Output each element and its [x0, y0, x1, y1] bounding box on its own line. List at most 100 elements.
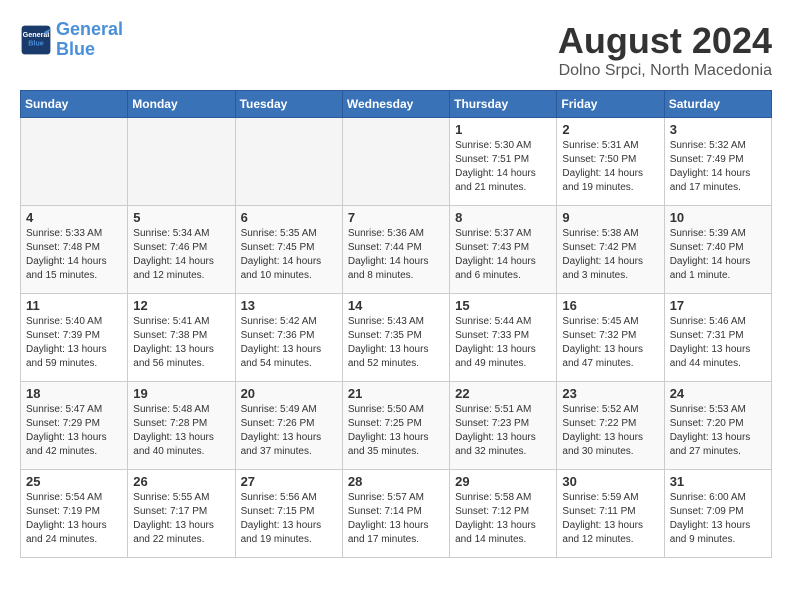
calendar-cell: 11 Sunrise: 5:40 AM Sunset: 7:39 PM Dayli… [21, 294, 128, 382]
calendar-cell: 13Sunrise: 5:42 AM Sunset: 7:36 PM Dayli… [235, 294, 342, 382]
calendar-cell: 1Sunrise: 5:30 AM Sunset: 7:51 PM Daylig… [450, 118, 557, 206]
calendar-body: 1Sunrise: 5:30 AM Sunset: 7:51 PM Daylig… [21, 118, 772, 558]
day-info: Sunrise: 5:34 AM Sunset: 7:46 PM Dayligh… [133, 227, 229, 283]
day-number: 17 [670, 298, 766, 313]
day-info: Sunrise: 5:45 AM Sunset: 7:32 PM Dayligh… [562, 315, 658, 371]
day-info: Sunrise: 5:52 AM Sunset: 7:22 PM Dayligh… [562, 403, 658, 459]
weekday-friday: Friday [557, 91, 664, 118]
calendar-cell: 24 Sunrise: 5:53 AM Sunset: 7:20 PM Dayli… [664, 382, 771, 470]
week-row-1: 1Sunrise: 5:30 AM Sunset: 7:51 PM Daylig… [21, 118, 772, 206]
day-info: Sunrise: 5:38 AM Sunset: 7:42 PM Dayligh… [562, 227, 658, 283]
calendar-cell: 18Sunrise: 5:47 AM Sunset: 7:29 PM Dayli… [21, 382, 128, 470]
calendar-cell: 22 Sunrise: 5:51 AM Sunset: 7:23 PM Dayli… [450, 382, 557, 470]
calendar-cell: 25Sunrise: 5:54 AM Sunset: 7:19 PM Dayli… [21, 470, 128, 558]
day-info: Sunrise: 5:30 AM Sunset: 7:51 PM Dayligh… [455, 139, 551, 195]
weekday-saturday: Saturday [664, 91, 771, 118]
day-info: Sunrise: 5:51 AM Sunset: 7:23 PM Dayligh… [455, 403, 551, 459]
week-row-3: 11 Sunrise: 5:40 AM Sunset: 7:39 PM Dayli… [21, 294, 772, 382]
day-number: 20 [241, 386, 337, 401]
day-number: 9 [562, 210, 658, 225]
calendar-cell: 26 Sunrise: 5:55 AM Sunset: 7:17 PM Dayli… [128, 470, 235, 558]
day-number: 7 [348, 210, 444, 225]
day-info: Sunrise: 5:32 AM Sunset: 7:49 PM Dayligh… [670, 139, 766, 195]
day-number: 24 [670, 386, 766, 401]
page-header: General Blue GeneralBlue August 2024 Dol… [20, 20, 772, 80]
day-info: Sunrise: 6:00 AM Sunset: 7:09 PM Dayligh… [670, 491, 766, 547]
day-info: Sunrise: 5:40 AM Sunset: 7:39 PM Dayligh… [26, 315, 122, 371]
day-number: 31 [670, 474, 766, 489]
day-number: 19 [133, 386, 229, 401]
day-info: Sunrise: 5:44 AM Sunset: 7:33 PM Dayligh… [455, 315, 551, 371]
day-number: 30 [562, 474, 658, 489]
day-info: Sunrise: 5:43 AM Sunset: 7:35 PM Dayligh… [348, 315, 444, 371]
calendar-cell: 3 Sunrise: 5:32 AM Sunset: 7:49 PM Daylig… [664, 118, 771, 206]
svg-text:Blue: Blue [28, 38, 44, 47]
week-row-4: 18Sunrise: 5:47 AM Sunset: 7:29 PM Dayli… [21, 382, 772, 470]
weekday-wednesday: Wednesday [342, 91, 449, 118]
month-title: August 2024 [558, 20, 772, 62]
calendar-cell: 7 Sunrise: 5:36 AM Sunset: 7:44 PM Daylig… [342, 206, 449, 294]
calendar-cell: 8 Sunrise: 5:37 AM Sunset: 7:43 PM Daylig… [450, 206, 557, 294]
day-info: Sunrise: 5:42 AM Sunset: 7:36 PM Dayligh… [241, 315, 337, 371]
calendar-cell: 27Sunrise: 5:56 AM Sunset: 7:15 PM Dayli… [235, 470, 342, 558]
weekday-monday: Monday [128, 91, 235, 118]
logo-icon: General Blue [20, 24, 52, 56]
weekday-tuesday: Tuesday [235, 91, 342, 118]
calendar-cell: 20 Sunrise: 5:49 AM Sunset: 7:26 PM Dayli… [235, 382, 342, 470]
calendar-cell [235, 118, 342, 206]
day-info: Sunrise: 5:49 AM Sunset: 7:26 PM Dayligh… [241, 403, 337, 459]
calendar-cell [342, 118, 449, 206]
day-number: 14 [348, 298, 444, 313]
day-number: 29 [455, 474, 551, 489]
calendar-cell: 9 Sunrise: 5:38 AM Sunset: 7:42 PM Daylig… [557, 206, 664, 294]
day-number: 26 [133, 474, 229, 489]
day-info: Sunrise: 5:55 AM Sunset: 7:17 PM Dayligh… [133, 491, 229, 547]
day-number: 2 [562, 122, 658, 137]
calendar-cell [21, 118, 128, 206]
day-info: Sunrise: 5:53 AM Sunset: 7:20 PM Dayligh… [670, 403, 766, 459]
location: Dolno Srpci, North Macedonia [558, 62, 772, 80]
calendar-cell: 28Sunrise: 5:57 AM Sunset: 7:14 PM Dayli… [342, 470, 449, 558]
day-info: Sunrise: 5:39 AM Sunset: 7:40 PM Dayligh… [670, 227, 766, 283]
calendar: SundayMondayTuesdayWednesdayThursdayFrid… [20, 90, 772, 558]
day-info: Sunrise: 5:36 AM Sunset: 7:44 PM Dayligh… [348, 227, 444, 283]
day-number: 6 [241, 210, 337, 225]
day-info: Sunrise: 5:41 AM Sunset: 7:38 PM Dayligh… [133, 315, 229, 371]
calendar-cell: 14 Sunrise: 5:43 AM Sunset: 7:35 PM Dayli… [342, 294, 449, 382]
calendar-cell: 17Sunrise: 5:46 AM Sunset: 7:31 PM Dayli… [664, 294, 771, 382]
weekday-sunday: Sunday [21, 91, 128, 118]
svg-text:General: General [23, 30, 50, 39]
day-info: Sunrise: 5:56 AM Sunset: 7:15 PM Dayligh… [241, 491, 337, 547]
day-info: Sunrise: 5:35 AM Sunset: 7:45 PM Dayligh… [241, 227, 337, 283]
calendar-cell [128, 118, 235, 206]
calendar-cell: 10 Sunrise: 5:39 AM Sunset: 7:40 PM Dayli… [664, 206, 771, 294]
day-number: 5 [133, 210, 229, 225]
calendar-cell: 4 Sunrise: 5:33 AM Sunset: 7:48 PM Daylig… [21, 206, 128, 294]
day-number: 10 [670, 210, 766, 225]
calendar-cell: 23 Sunrise: 5:52 AM Sunset: 7:22 PM Dayli… [557, 382, 664, 470]
calendar-cell: 16Sunrise: 5:45 AM Sunset: 7:32 PM Dayli… [557, 294, 664, 382]
day-number: 15 [455, 298, 551, 313]
day-number: 23 [562, 386, 658, 401]
day-info: Sunrise: 5:58 AM Sunset: 7:12 PM Dayligh… [455, 491, 551, 547]
calendar-cell: 2Sunrise: 5:31 AM Sunset: 7:50 PM Daylig… [557, 118, 664, 206]
day-number: 4 [26, 210, 122, 225]
day-info: Sunrise: 5:59 AM Sunset: 7:11 PM Dayligh… [562, 491, 658, 547]
day-number: 21 [348, 386, 444, 401]
day-info: Sunrise: 5:57 AM Sunset: 7:14 PM Dayligh… [348, 491, 444, 547]
day-info: Sunrise: 5:54 AM Sunset: 7:19 PM Dayligh… [26, 491, 122, 547]
title-block: August 2024 Dolno Srpci, North Macedonia [558, 20, 772, 80]
calendar-cell: 12Sunrise: 5:41 AM Sunset: 7:38 PM Dayli… [128, 294, 235, 382]
day-number: 22 [455, 386, 551, 401]
logo-text: GeneralBlue [56, 20, 123, 60]
day-info: Sunrise: 5:33 AM Sunset: 7:48 PM Dayligh… [26, 227, 122, 283]
logo: General Blue GeneralBlue [20, 20, 123, 60]
day-number: 8 [455, 210, 551, 225]
day-number: 11 [26, 298, 122, 313]
calendar-cell: 5 Sunrise: 5:34 AM Sunset: 7:46 PM Daylig… [128, 206, 235, 294]
day-number: 18 [26, 386, 122, 401]
day-info: Sunrise: 5:37 AM Sunset: 7:43 PM Dayligh… [455, 227, 551, 283]
calendar-cell: 29 Sunrise: 5:58 AM Sunset: 7:12 PM Dayli… [450, 470, 557, 558]
day-number: 3 [670, 122, 766, 137]
calendar-cell: 15 Sunrise: 5:44 AM Sunset: 7:33 PM Dayli… [450, 294, 557, 382]
